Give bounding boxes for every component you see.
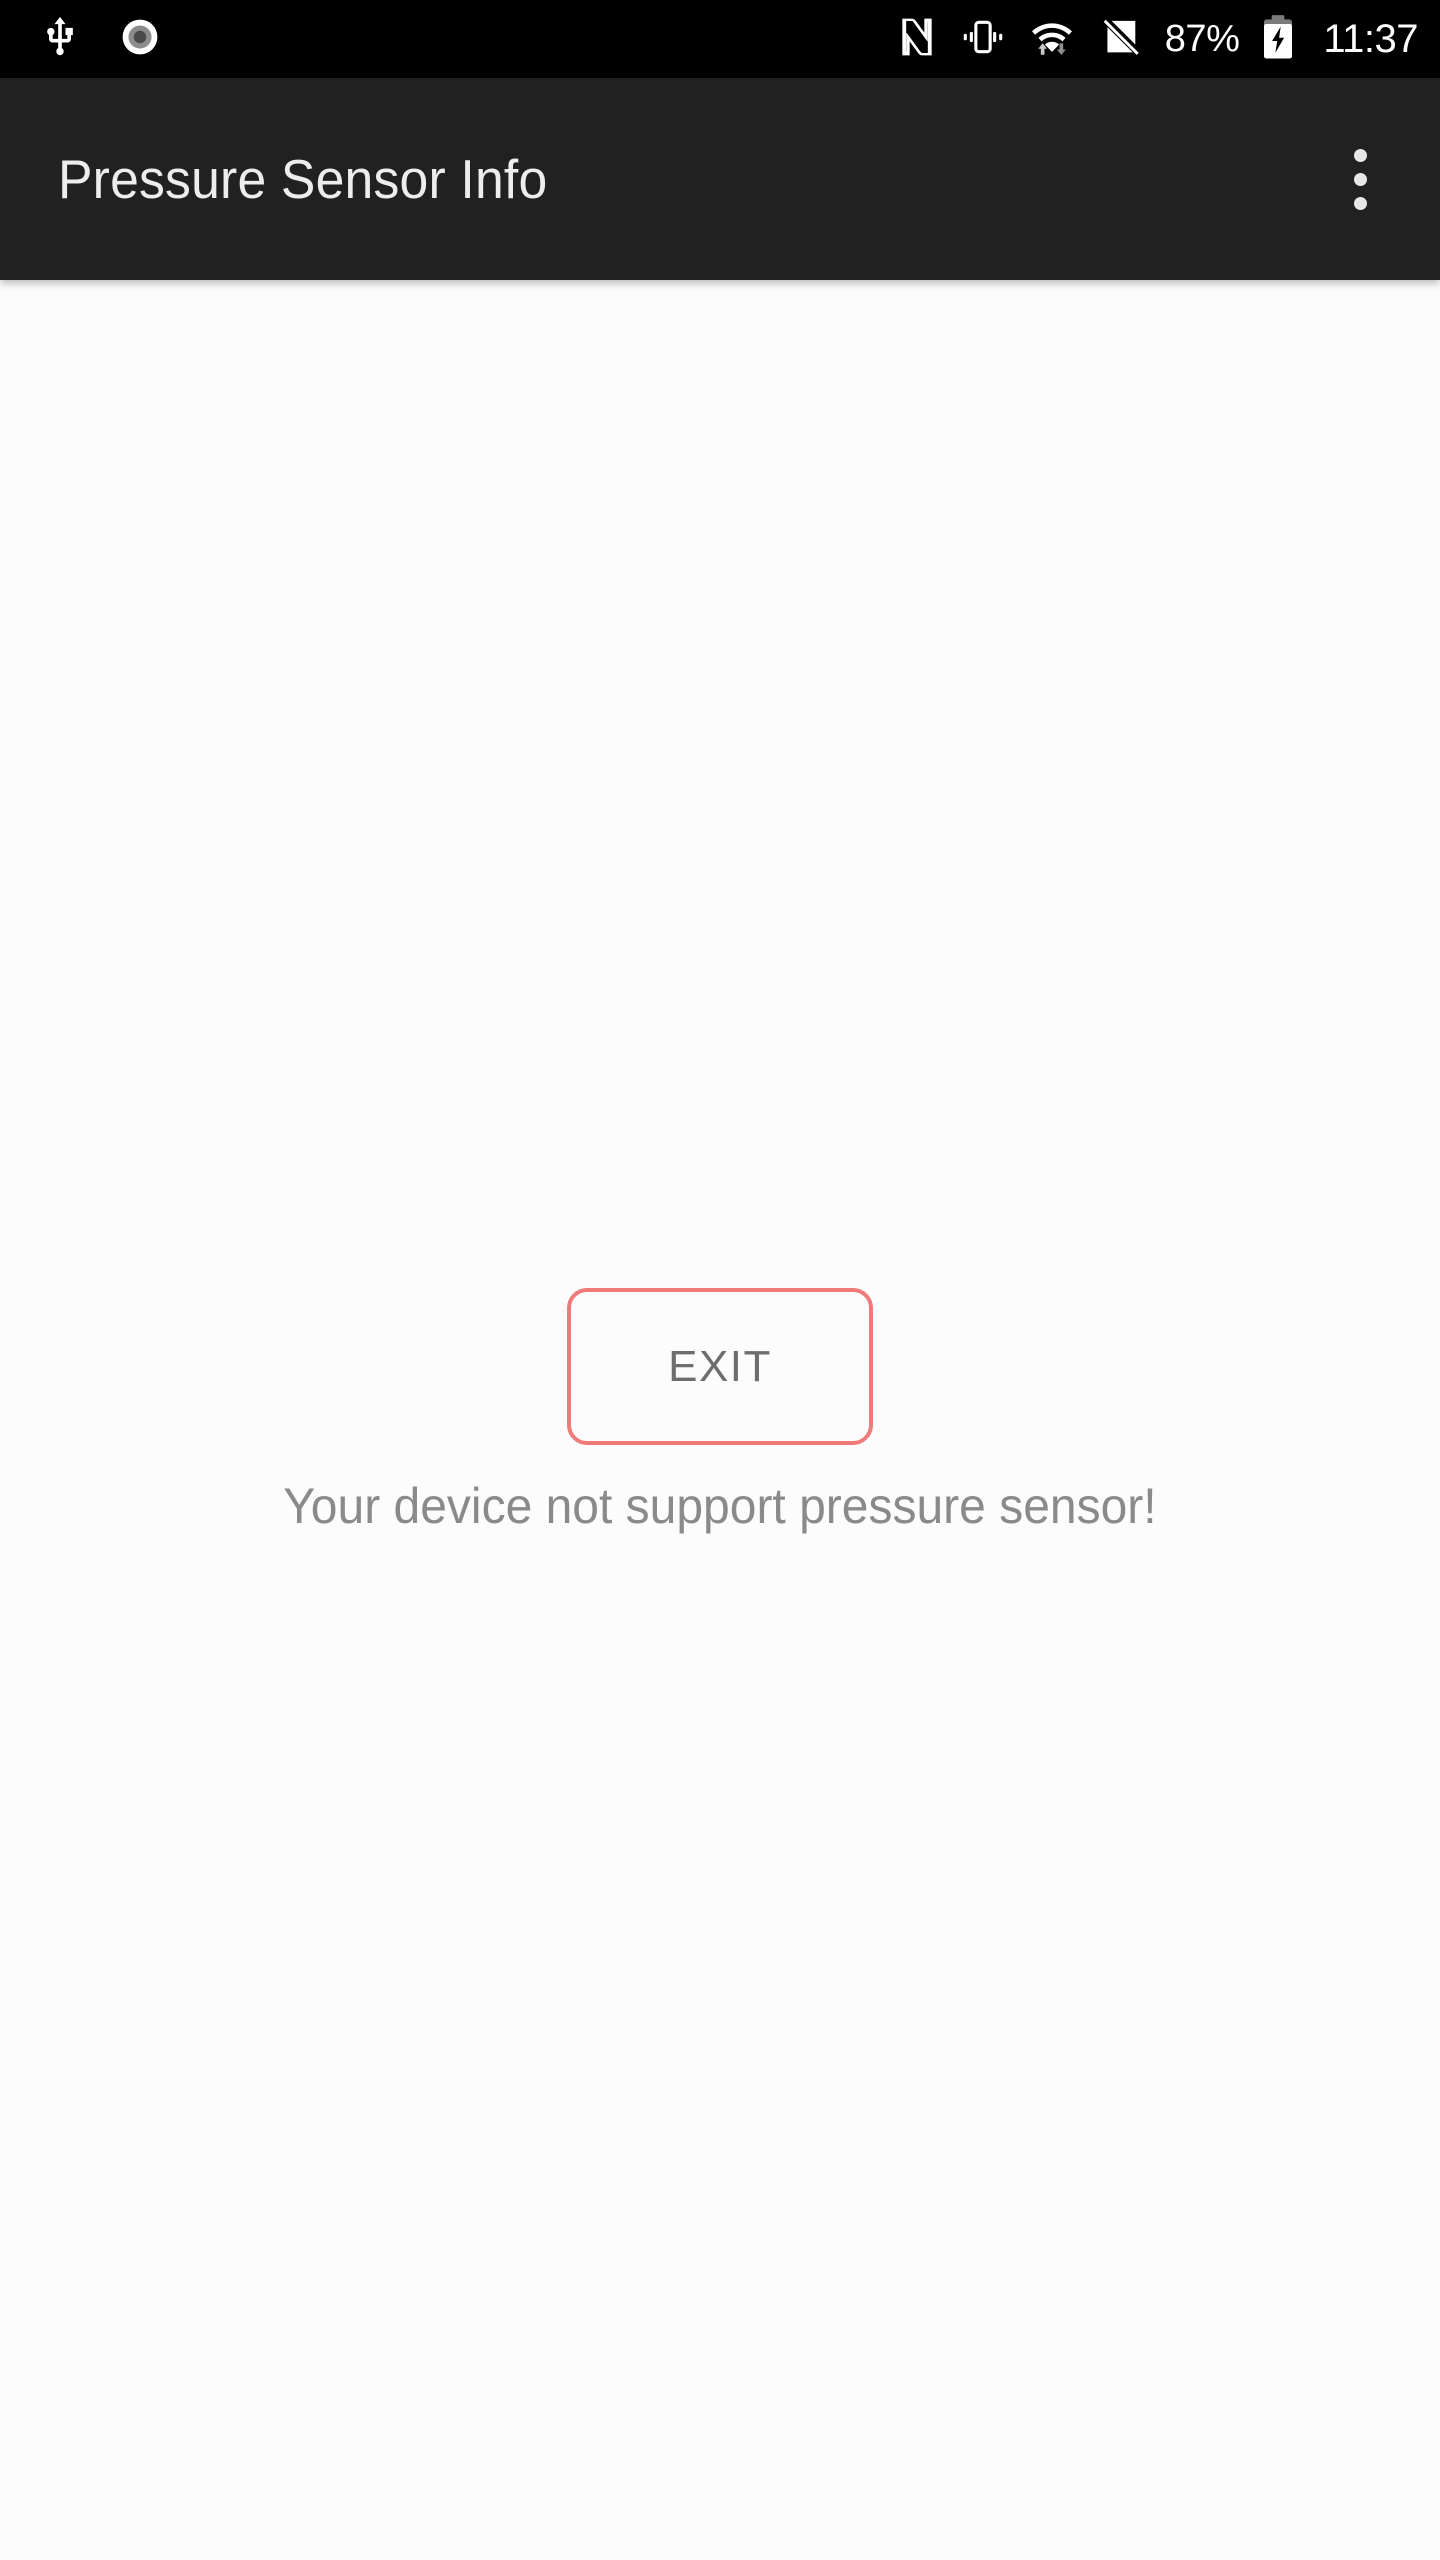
overflow-dot — [1353, 196, 1367, 210]
battery-percentage: 87% — [1164, 18, 1240, 60]
exit-button[interactable]: EXIT — [567, 1288, 873, 1445]
usb-icon — [38, 15, 82, 64]
overflow-dot — [1353, 172, 1367, 186]
status-bar: 87% 11:37 — [0, 0, 1440, 78]
status-bar-left-icons — [38, 15, 162, 64]
sensor-support-message: Your device not support pressure sensor! — [283, 1478, 1157, 1534]
status-bar-clock: 11:37 — [1323, 17, 1418, 61]
status-bar-right-icons: 87% 11:37 — [895, 14, 1418, 65]
page-title: Pressure Sensor Info — [58, 148, 548, 210]
center-stack: EXIT Your device not support pressure se… — [0, 1288, 1440, 1535]
overflow-menu-icon[interactable] — [1310, 119, 1410, 239]
app-screen: 87% 11:37 Pressure Sensor Info EXIT Your… — [0, 0, 1440, 2560]
nfc-icon — [895, 15, 939, 64]
battery-charging-icon — [1261, 14, 1295, 65]
app-bar: Pressure Sensor Info — [0, 78, 1440, 280]
vibrate-icon — [961, 15, 1005, 64]
main-content: EXIT Your device not support pressure se… — [0, 280, 1440, 2560]
no-sim-icon — [1099, 15, 1143, 64]
overflow-dot — [1353, 148, 1367, 162]
wifi-icon — [1027, 15, 1077, 64]
screen-record-icon — [118, 15, 162, 64]
